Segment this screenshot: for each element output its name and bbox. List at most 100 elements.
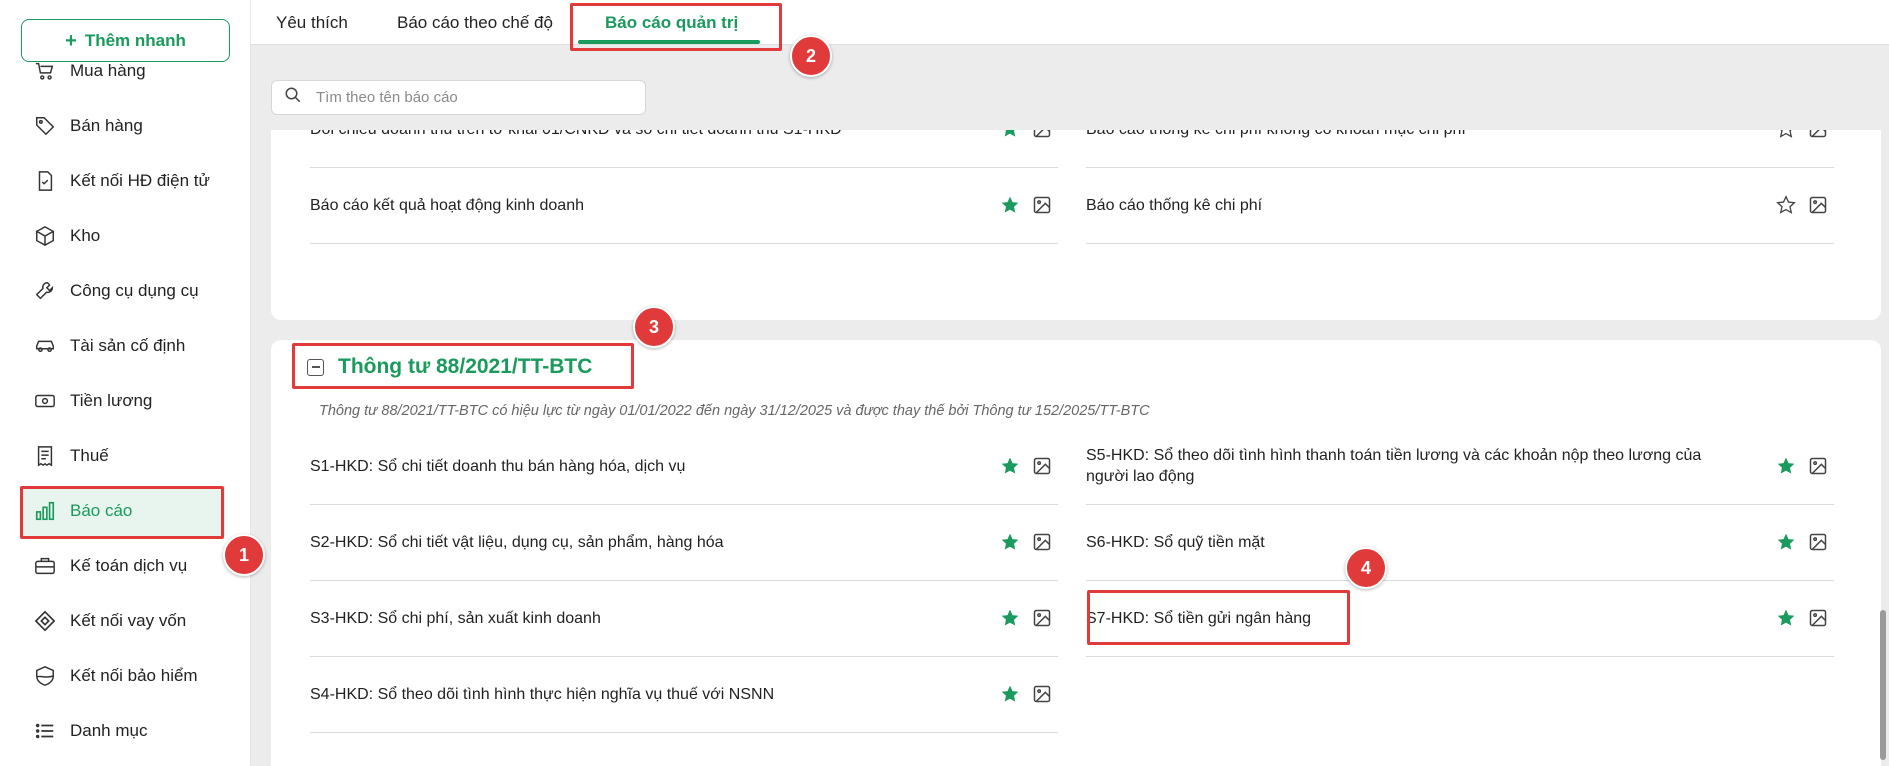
report-row[interactable]: S3-HKD: Sổ chi phí, sản xuất kinh doanh [310,581,1058,657]
sidebar-item-einvoice[interactable]: Kết nối HĐ điện tử [22,156,225,206]
sidebar-item-label: Công cụ dụng cụ [70,281,199,300]
section-title: Thông tư 88/2021/TT-BTC [338,355,593,378]
report-name: S3-HKD: Sổ chi phí, sản xuất kinh doanh [310,609,601,627]
quick-add-label: Thêm nhanh [84,30,186,50]
search-input[interactable] [316,89,616,106]
sidebar-item-insurance-connect[interactable]: Kết nối bảo hiểm [22,651,225,701]
tab-bar: Yêu thích Báo cáo theo chế độ Báo cáo qu… [251,0,1889,45]
cart-icon [34,60,56,82]
tab-management-reports[interactable]: Báo cáo quản trị [605,0,738,45]
report-name: Báo cáo thống kê chi phí không có khoản … [1086,130,1746,168]
report-row[interactable]: S2-HKD: Sổ chi tiết vật liệu, dụng cụ, s… [310,505,1058,581]
sidebar-item-catalog[interactable]: Danh mục [22,706,225,756]
sidebar-item-payroll[interactable]: Tiền lương [22,376,225,426]
document-check-icon [34,170,56,192]
report-row[interactable]: S7-HKD: Sổ tiền gửi ngân hàng [1086,581,1834,657]
sidebar-item-reports[interactable]: Báo cáo [22,486,225,536]
step-badge-3: 3 [633,306,675,348]
report-row[interactable]: Báo cáo thống kê chi phí không có khoản … [1086,130,1834,168]
tab-regulatory-reports[interactable]: Báo cáo theo chế độ [397,0,553,45]
image-preview-icon[interactable] [1808,456,1828,476]
report-name: S7-HKD: Sổ tiền gửi ngân hàng [1086,609,1312,627]
scrollbar[interactable] [1880,610,1886,760]
quick-add-button[interactable]: + Thêm nhanh [21,19,230,62]
sidebar-item-accounting-service[interactable]: Kế toán dịch vụ [22,541,225,591]
sidebar-item-tools[interactable]: Công cụ dụng cụ [22,266,225,316]
sidebar-item-label: Kết nối bảo hiểm [70,666,198,685]
section-header[interactable]: Thông tư 88/2021/TT-BTC [307,355,592,379]
sidebar-item-loan-connect[interactable]: Kết nối vay vốn [22,596,225,646]
collapse-icon[interactable] [307,358,324,376]
sidebar-item-label: Bán hàng [70,116,143,135]
list-icon [34,720,56,742]
wrench-icon [34,280,56,302]
sidebar-item-label: Kho [70,226,101,245]
star-filled-icon[interactable] [1000,532,1020,552]
star-outline-icon[interactable] [1776,195,1796,215]
image-preview-icon[interactable] [1808,130,1828,139]
report-name: Đối chiếu doanh thu trên tờ khai 01/CNKD… [310,130,970,168]
sidebar-item-label: Tiền lương [70,391,153,410]
report-name: S4-HKD: Sổ theo dõi tình hình thực hiện … [310,685,775,703]
tab-favorites[interactable]: Yêu thích [276,0,348,45]
report-row[interactable]: S6-HKD: Sổ quỹ tiền mặt [1086,505,1834,581]
sidebar-item-label: Mua hàng [70,61,146,80]
report-row[interactable]: Báo cáo kết quả hoạt động kinh doanh [310,168,1058,244]
sidebar-item-label: Tài sản cố định [70,336,186,355]
image-preview-icon[interactable] [1032,608,1052,628]
link-diamond-icon [34,610,56,632]
image-preview-icon[interactable] [1808,195,1828,215]
shield-icon [34,665,56,687]
search-icon [284,86,302,109]
section-note: Thông tư 88/2021/TT-BTC có hiệu lực từ n… [319,403,1150,419]
sidebar-item-label: Danh mục [70,721,148,740]
report-name: S5-HKD: Sổ theo dõi tình hình thanh toán… [1086,447,1702,485]
image-preview-icon[interactable] [1808,608,1828,628]
image-preview-icon[interactable] [1032,456,1052,476]
sidebar-item-warehouse[interactable]: Kho [22,211,225,261]
image-preview-icon[interactable] [1032,684,1052,704]
sidebar: + Thêm nhanh Mua hàng Bán hàng Kết nối H… [0,0,251,766]
sidebar-item-label: Kết nối vay vốn [70,611,187,630]
star-filled-icon[interactable] [1000,456,1020,476]
tag-icon [34,115,56,137]
plus-icon: + [65,29,77,52]
star-filled-icon[interactable] [1776,456,1796,476]
bar-chart-icon [34,500,56,522]
image-preview-icon[interactable] [1032,130,1052,139]
sidebar-item-tax[interactable]: Thuế [22,431,225,481]
report-name: Báo cáo thống kê chi phí [1086,196,1263,214]
step-badge-2: 2 [790,35,832,77]
main-content: Yêu thích Báo cáo theo chế độ Báo cáo qu… [251,0,1889,766]
image-preview-icon[interactable] [1808,532,1828,552]
report-row[interactable]: S1-HKD: Sổ chi tiết doanh thu bán hàng h… [310,429,1058,505]
car-icon [34,335,56,357]
report-row[interactable]: Đối chiếu doanh thu trên tờ khai 01/CNKD… [310,130,1058,168]
report-name: S1-HKD: Sổ chi tiết doanh thu bán hàng h… [310,457,686,475]
sidebar-item-sales[interactable]: Bán hàng [22,101,225,151]
star-filled-icon[interactable] [1776,608,1796,628]
image-preview-icon[interactable] [1032,532,1052,552]
sidebar-item-label: Kế toán dịch vụ [70,556,188,575]
report-group-card: Đối chiếu doanh thu trên tờ khai 01/CNKD… [271,130,1881,320]
star-filled-icon[interactable] [1776,532,1796,552]
sidebar-item-fixed-assets[interactable]: Tài sản cố định [22,321,225,371]
report-name: S6-HKD: Sổ quỹ tiền mặt [1086,533,1265,551]
star-filled-icon[interactable] [1000,130,1020,139]
report-row[interactable]: S4-HKD: Sổ theo dõi tình hình thực hiện … [310,657,1058,733]
star-outline-icon[interactable] [1776,130,1796,139]
star-filled-icon[interactable] [1000,684,1020,704]
receipt-icon [34,445,56,467]
report-row[interactable]: Báo cáo thống kê chi phí [1086,168,1834,244]
star-filled-icon[interactable] [1000,195,1020,215]
money-icon [34,390,56,412]
box-icon [34,225,56,247]
sidebar-item-label: Báo cáo [70,501,133,520]
star-filled-icon[interactable] [1000,608,1020,628]
sidebar-item-label: Thuế [70,446,109,465]
search-box[interactable] [271,80,646,115]
report-name: Báo cáo kết quả hoạt động kinh doanh [310,196,584,214]
report-row[interactable]: S5-HKD: Sổ theo dõi tình hình thanh toán… [1086,429,1834,505]
image-preview-icon[interactable] [1032,195,1052,215]
step-badge-4: 4 [1345,547,1387,589]
